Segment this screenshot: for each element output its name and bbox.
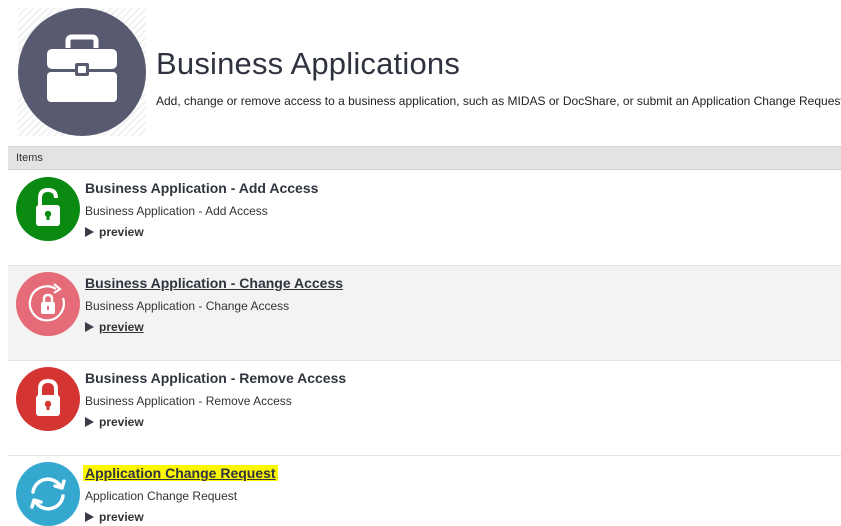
item-title[interactable]: Business Application - Add Access [85,180,318,196]
page-title: Business Applications [156,46,461,81]
sync-icon[interactable] [16,462,80,526]
catalog-item-remove-access[interactable]: Business Application - Remove Access Bus… [8,361,841,456]
preview-toggle[interactable]: preview [85,415,144,429]
caret-right-icon [85,512,94,522]
lock-closed-icon[interactable] [16,367,80,431]
preview-toggle[interactable]: preview [85,320,144,334]
lock-open-icon[interactable] [16,177,80,241]
lock-refresh-icon[interactable] [16,272,80,336]
briefcase-icon [18,8,146,136]
preview-label: preview [99,225,144,239]
item-title[interactable]: Business Application - Change Access [85,275,343,291]
item-description: Business Application - Add Access [85,204,268,218]
category-header: Business Applications Add, change or rem… [0,0,841,145]
item-description: Business Application - Remove Access [85,394,292,408]
preview-toggle[interactable]: preview [85,225,144,239]
catalog-item-application-change-request[interactable]: Application Change Request Application C… [8,456,841,526]
items-label: Items [16,152,43,164]
preview-label: preview [99,320,144,334]
caret-right-icon [85,322,94,332]
items-section-header: Items [8,146,841,170]
caret-right-icon [85,227,94,237]
item-description: Business Application - Change Access [85,299,290,313]
catalog-item-add-access[interactable]: Business Application - Add Access Busine… [8,171,841,266]
catalog-item-change-access[interactable]: Business Application - Change Access Bus… [8,266,841,361]
caret-right-icon [85,417,94,427]
item-title[interactable]: Business Application - Remove Access [85,370,346,386]
preview-label: preview [99,415,144,429]
item-title[interactable]: Application Change Request [83,465,278,481]
page-subtitle: Add, change or remove access to a busine… [156,94,841,108]
item-description: Application Change Request [85,489,238,503]
